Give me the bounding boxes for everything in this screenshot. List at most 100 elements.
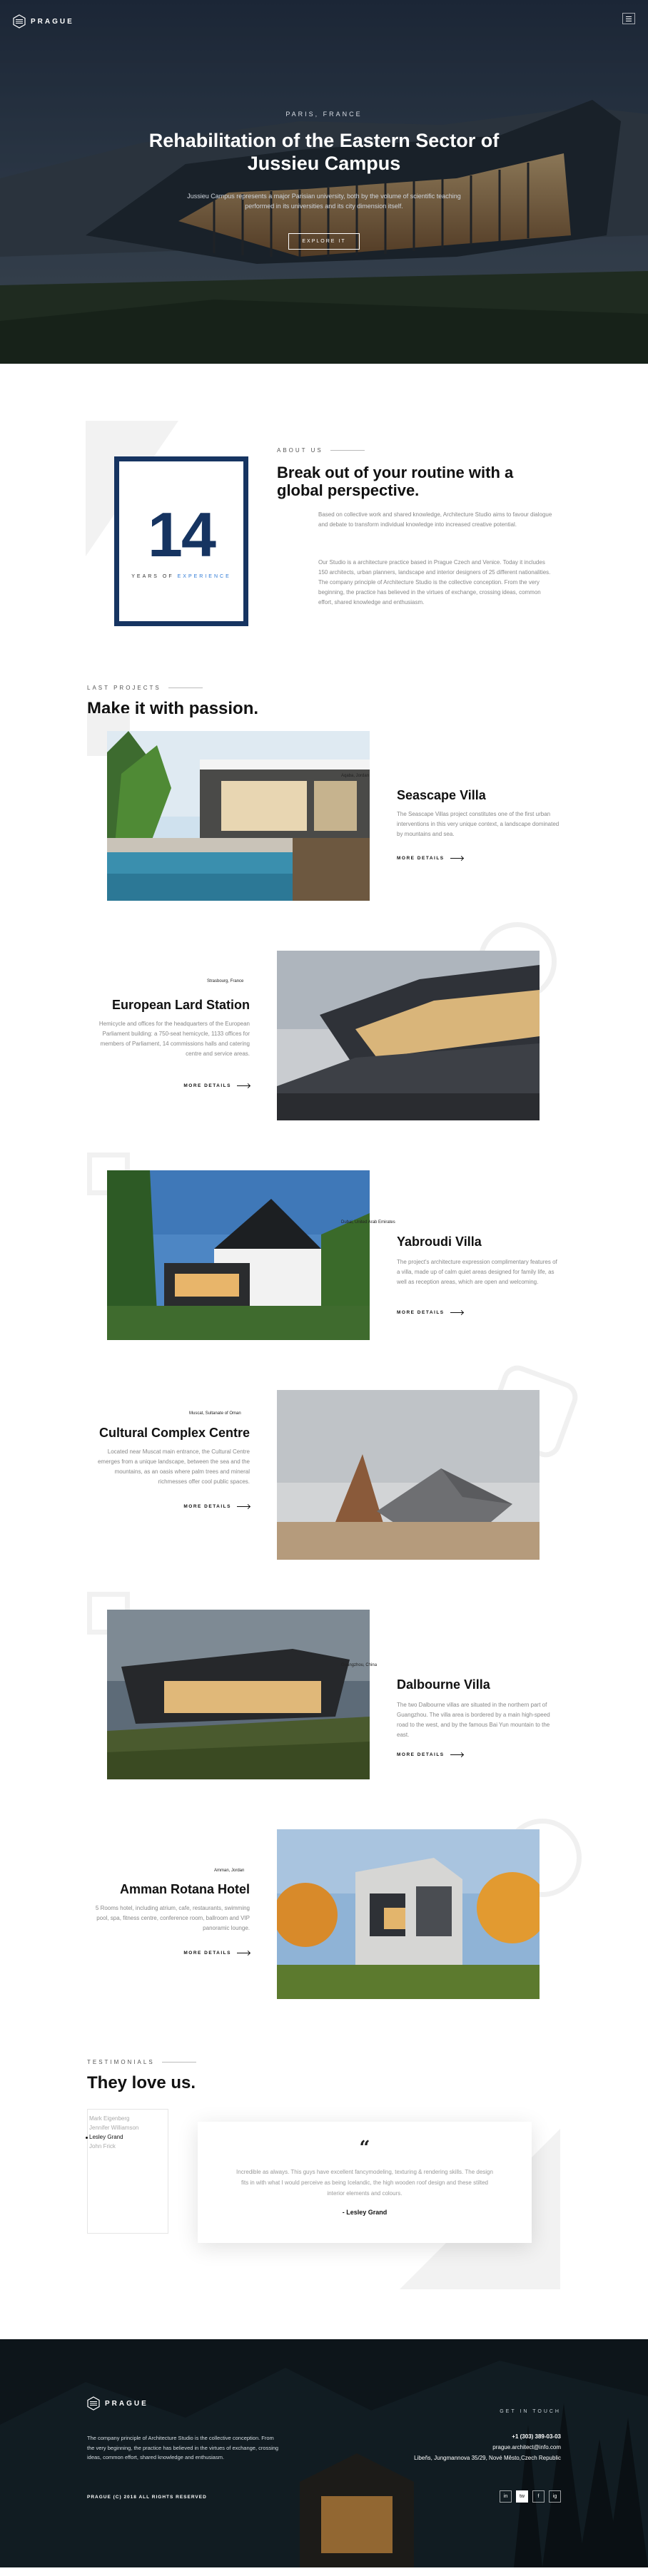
project-description: 5 Rooms hotel, including atrium, cafe, r… [95, 1905, 250, 1931]
projects-kicker: LAST PROJECTS [87, 685, 203, 691]
twitter-icon[interactable]: tw [516, 2490, 528, 2503]
footer-address: Libeňs, Jungmannova 35/29, Nové Město,Cz… [414, 2455, 561, 2461]
testimonials-kicker-text: TESTIMONIALS [87, 2059, 155, 2065]
about-section: 14 YEARS OF EXPERIENCE ABOUT US Break ou… [0, 364, 648, 663]
linkedin-icon[interactable]: in [500, 2490, 512, 2503]
arrow-right-icon [450, 1754, 463, 1755]
instagram-icon[interactable]: ig [549, 2490, 561, 2503]
more-details-label: MORE DETAILS [397, 1752, 445, 1757]
testimonial-name-active[interactable]: Lesley Grand [86, 2132, 166, 2142]
footer-email[interactable]: prague.architect@info.com [492, 2444, 561, 2450]
arrow-right-icon [237, 1506, 250, 1507]
project-card: Dubai, United Arab Emirates Yabroudi Vil… [0, 1152, 648, 1390]
menu-button[interactable] [622, 13, 635, 24]
about-kicker: ABOUT US [277, 447, 365, 454]
project-card: Strasbourg, France European Lard Station… [0, 922, 648, 1170]
footer-brand-name: PRAGUE [105, 2399, 148, 2408]
hero-section: PRAGUE PARIS, FRANCE Rehabilitation of t… [0, 0, 648, 364]
hero-location: PARIS, FRANCE [285, 111, 363, 118]
dalbourne-villa-image [107, 1610, 370, 1779]
project-image[interactable] [277, 1829, 540, 1999]
footer-about: The company principle of Architecture St… [87, 2435, 279, 2460]
kicker-line [330, 450, 365, 451]
arrow-right-icon [450, 858, 463, 859]
testimonial-quote: Incredible as always. This guys have exc… [236, 2169, 493, 2197]
project-description: The two Dalbourne villas are situated in… [397, 1702, 550, 1738]
project-location: Guangzhou, China [341, 1663, 378, 1667]
project-card: Amman, Jordan Amman Rotana Hotel 5 Rooms… [0, 1819, 648, 2058]
testimonial-name[interactable]: Mark Eigenberg [89, 2114, 166, 2123]
project-card: Muscat, Sultanate of Oman Cultural Compl… [0, 1361, 648, 1610]
kicker-line [161, 2062, 196, 2063]
more-details-link[interactable]: MORE DETAILS [183, 1083, 250, 1088]
years-label-a: YEARS OF [131, 574, 174, 579]
project-location-tag: Muscat, Sultanate of Oman [189, 1411, 247, 1416]
project-card: Aqaba, Jordan Seascape Villa The Seascap… [0, 713, 648, 951]
projects-kicker-text: LAST PROJECTS [87, 685, 161, 691]
testimonial-name[interactable]: Jennifer Williamson [89, 2123, 166, 2132]
project-description: The project's architecture expression co… [397, 1259, 557, 1285]
more-details-label: MORE DETAILS [183, 1504, 231, 1509]
more-details-link[interactable]: MORE DETAILS [397, 1752, 463, 1757]
about-paragraph-2: Our Studio is a architecture practice ba… [318, 559, 551, 605]
about-title: Break out of your routine with a global … [277, 464, 514, 500]
project-image[interactable] [107, 1610, 370, 1779]
project-location: Aqaba, Jordan [341, 774, 370, 778]
project-location-tag: Strasbourg, France [207, 979, 249, 983]
brand-name: PRAGUE [31, 17, 74, 26]
project-title: Amman Rotana Hotel [119, 1882, 250, 1896]
more-details-link[interactable]: MORE DETAILS [397, 1310, 463, 1315]
footer: PRAGUE The company principle of Architec… [0, 2339, 648, 2567]
european-lard-station-image [277, 951, 540, 1120]
years-experience-box: 14 YEARS OF EXPERIENCE [114, 456, 248, 626]
project-image[interactable] [107, 731, 370, 901]
project-location: Muscat, Sultanate of Oman [189, 1411, 241, 1416]
cultural-complex-centre-image [277, 1390, 540, 1560]
get-in-touch-label: GET IN TOUCH [500, 2409, 561, 2414]
project-location-tag: Guangzhou, China [335, 1663, 377, 1667]
brand-logo[interactable]: PRAGUE [13, 14, 74, 29]
project-image[interactable] [107, 1170, 370, 1340]
years-label: YEARS OF EXPERIENCE [119, 574, 243, 579]
project-location-tag: Amman, Jordan [214, 1869, 250, 1873]
facebook-icon[interactable]: f [532, 2490, 545, 2503]
copyright: PRAGUE (C) 2018 ALL RIGHTS RESERVED [87, 2495, 207, 2500]
testimonials-section: TESTIMONIALS They love us. Mark Eigenber… [0, 2058, 648, 2339]
project-image[interactable] [277, 1390, 540, 1560]
quote-icon: “ [359, 2137, 370, 2159]
logo-hexagon-icon [13, 14, 26, 29]
hero-title: Rehabilitation of the Eastern Sector of … [148, 130, 500, 175]
testimonial-name[interactable]: John Frick [89, 2142, 166, 2151]
years-label-b: EXPERIENCE [177, 574, 231, 579]
more-details-label: MORE DETAILS [183, 1083, 231, 1088]
project-location-tag: Dubai, United Arab Emirates [335, 1220, 395, 1225]
more-details-link[interactable]: MORE DETAILS [183, 1951, 250, 1956]
more-details-link[interactable]: MORE DETAILS [183, 1504, 250, 1509]
years-number: 14 [148, 499, 216, 570]
project-location: Amman, Jordan [214, 1869, 245, 1873]
testimonial-card: “ Incredible as always. This guys have e… [198, 2122, 532, 2243]
project-image[interactable] [277, 951, 540, 1120]
footer-phone[interactable]: +1 (303) 389-03-03 [512, 2433, 561, 2440]
project-location: Strasbourg, France [207, 979, 244, 983]
project-description: Hemicycle and offices for the headquarte… [98, 1021, 250, 1057]
project-title: Cultural Complex Centre [98, 1426, 250, 1440]
project-description: Located near Muscat main entrance, the C… [97, 1448, 250, 1485]
arrow-right-icon [450, 1312, 463, 1313]
project-title: European Lard Station [111, 998, 250, 1012]
logo-hexagon-icon [87, 2396, 100, 2411]
more-details-label: MORE DETAILS [183, 1951, 231, 1956]
about-kicker-text: ABOUT US [277, 447, 323, 454]
amman-rotana-hotel-image [277, 1829, 540, 1999]
explore-button[interactable]: EXPLORE IT [288, 232, 360, 250]
more-details-link[interactable]: MORE DETAILS [397, 856, 463, 861]
project-location: Dubai, United Arab Emirates [341, 1220, 395, 1225]
more-details-label: MORE DETAILS [397, 1310, 445, 1315]
footer-logo[interactable]: PRAGUE [87, 2396, 148, 2411]
project-title: Seascape Villa [397, 788, 486, 802]
hamburger-icon [626, 16, 632, 17]
more-details-label: MORE DETAILS [397, 856, 445, 861]
project-card: Guangzhou, China Dalbourne Villa The two… [0, 1592, 648, 1829]
hero-description: Jussieu Campus represents a major Parisi… [187, 192, 461, 210]
testimonial-name-list: Mark Eigenberg Jennifer Williamson Lesle… [86, 2109, 168, 2234]
